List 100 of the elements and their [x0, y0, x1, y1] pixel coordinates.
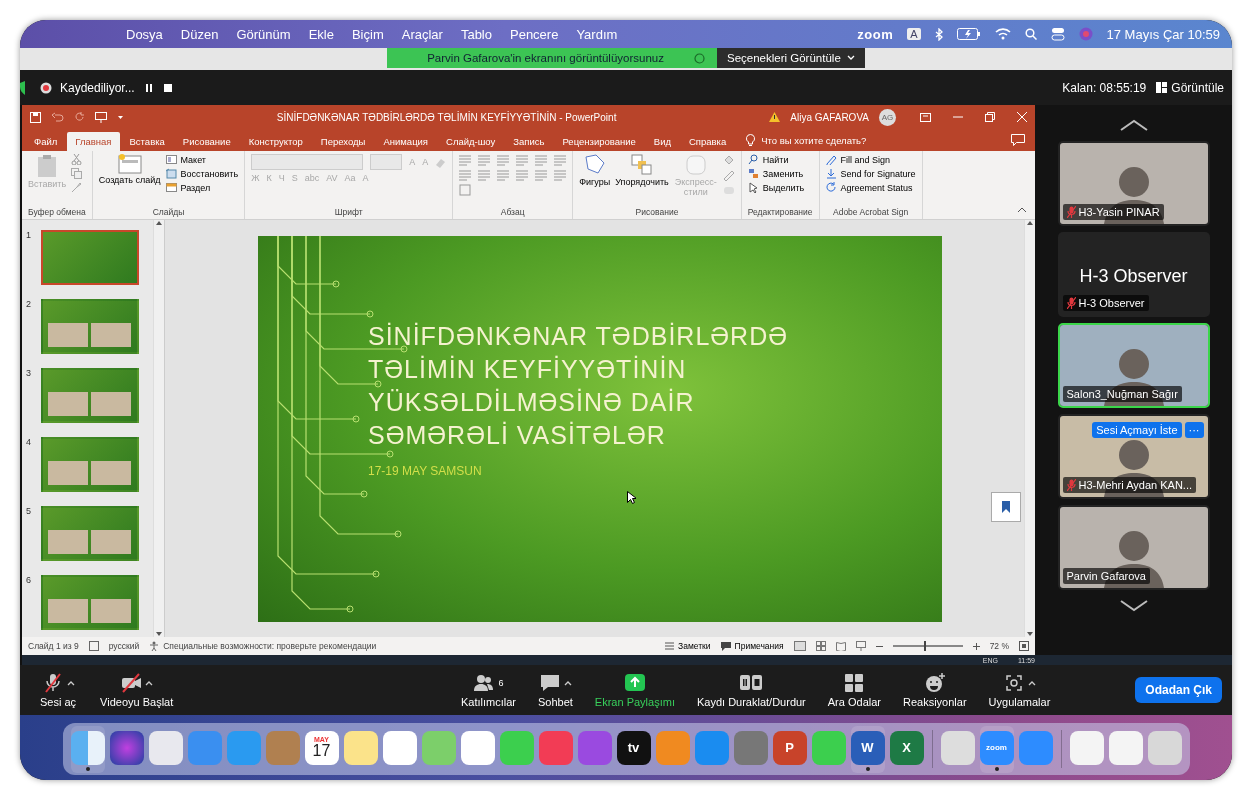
- presentation-app-icon[interactable]: P: [772, 730, 807, 765]
- outline-icon[interactable]: [722, 169, 735, 181]
- columns-icon[interactable]: [535, 169, 548, 181]
- bluetooth-icon[interactable]: [934, 27, 943, 41]
- restore-icon[interactable]: [985, 112, 995, 122]
- decrease-indent-icon[interactable]: [497, 154, 510, 166]
- input-source-indicator[interactable]: A: [907, 28, 921, 40]
- wifi-icon[interactable]: [994, 28, 1011, 40]
- slide-thumbnail[interactable]: [41, 230, 139, 285]
- align-right-icon[interactable]: [497, 169, 510, 181]
- plus-icon[interactable]: [972, 642, 980, 650]
- slideshow-icon[interactable]: [855, 641, 866, 651]
- ribbon-button[interactable]: Макет: [165, 154, 239, 165]
- status-menu-label[interactable]: zoom: [857, 26, 894, 42]
- undo-icon[interactable]: [51, 112, 65, 122]
- slide-thumbnail[interactable]: [41, 506, 139, 561]
- accessibility-button[interactable]: Специальные возможности: проверьте рекомендации: [149, 641, 377, 651]
- menu-item[interactable]: Tablo: [460, 26, 492, 42]
- view-options-button[interactable]: Seçenekleri Görüntüle: [717, 48, 865, 68]
- language-indicator[interactable]: русский: [108, 641, 140, 651]
- participant-tile[interactable]: H3-Yasin PINAR: [1057, 141, 1210, 226]
- grid-view-icon[interactable]: [815, 641, 826, 651]
- caret-up-icon[interactable]: [1027, 680, 1036, 686]
- ribbon-button[interactable]: Send for Signature: [825, 168, 916, 179]
- font-name-field[interactable]: [251, 154, 364, 170]
- ribbon-button[interactable]: Упорядочить: [615, 154, 669, 188]
- ribbon-tab[interactable]: Вид: [645, 132, 679, 151]
- scrollbar[interactable]: [1024, 220, 1035, 637]
- normal-view-icon[interactable]: [793, 641, 806, 651]
- ribbon-tab[interactable]: Конструктор: [240, 132, 311, 151]
- participant-tile[interactable]: Salon3_Nuğman Sağır: [1057, 323, 1210, 408]
- zoom-slider-thumb[interactable]: [924, 641, 927, 651]
- slide-thumbnail[interactable]: [41, 368, 139, 423]
- ribbon-button[interactable]: Agreement Status: [825, 182, 916, 193]
- battery-icon[interactable]: [956, 28, 981, 40]
- align-center-icon[interactable]: [478, 169, 491, 181]
- ribbon-tab[interactable]: Файл: [26, 132, 66, 151]
- menu-item[interactable]: Biçim: [351, 26, 384, 42]
- chevron-up-icon[interactable]: [1118, 119, 1149, 131]
- ribbon-button[interactable]: Заменить: [747, 168, 805, 179]
- slide-thumbnail[interactable]: [41, 437, 139, 492]
- ribbon-button[interactable]: Fill and Sign: [825, 154, 916, 165]
- view-button[interactable]: Görüntüle: [1156, 80, 1224, 95]
- ribbon-button[interactable]: Найти: [747, 154, 805, 165]
- slide-thumbnail[interactable]: [41, 575, 139, 630]
- menu-clock[interactable]: 17 Mayıs Çar 10:59: [1106, 26, 1220, 42]
- scissors-icon[interactable]: [71, 154, 83, 165]
- ribbon-tab[interactable]: Запись: [505, 132, 553, 151]
- ribbon-tab[interactable]: Справка: [681, 132, 735, 151]
- dock-item[interactable]: P: [772, 725, 807, 773]
- ribbon-button[interactable]: Восстановить: [165, 168, 239, 179]
- numbering-icon[interactable]: [478, 154, 491, 166]
- notes-button[interactable]: Заметки: [665, 641, 711, 651]
- columns-icon[interactable]: [554, 154, 567, 166]
- justify-icon[interactable]: [516, 169, 529, 181]
- ribbon-tab[interactable]: Переходы: [312, 132, 374, 151]
- fill-icon[interactable]: [722, 154, 735, 166]
- fit-slide-icon[interactable]: [1019, 641, 1029, 651]
- ribbon-button[interactable]: Фигуры: [579, 154, 611, 188]
- dock-item[interactable]: X: [889, 725, 924, 773]
- brush-icon[interactable]: [71, 182, 83, 193]
- toolbar-button[interactable]: Uygulamalar: [984, 672, 1055, 708]
- tv-app-icon[interactable]: tv: [616, 730, 651, 765]
- caret-icon[interactable]: [117, 114, 124, 120]
- caret-up-icon[interactable]: [145, 680, 154, 686]
- redo-icon[interactable]: [75, 112, 85, 122]
- participant-tile[interactable]: Parvin Gafarova: [1057, 505, 1210, 590]
- word-document-icon[interactable]: W: [850, 730, 885, 765]
- zoom-percentage[interactable]: 72 %: [989, 641, 1009, 651]
- copy-icon[interactable]: [71, 168, 83, 179]
- toolbar-button[interactable]: Sesi aç: [36, 672, 81, 708]
- chevron-up-icon[interactable]: [1017, 207, 1027, 213]
- menu-item[interactable]: Yardım: [576, 26, 618, 42]
- ribbon-button[interactable]: Раздел: [165, 182, 239, 193]
- finder-icon[interactable]: [70, 730, 105, 765]
- user-avatar[interactable]: AG: [879, 108, 896, 126]
- ribbon-tab[interactable]: Анимация: [375, 132, 437, 151]
- save-icon[interactable]: [30, 111, 41, 123]
- participant-tile[interactable]: H-3 Observer H-3 Observer: [1057, 232, 1210, 317]
- ribbon-tab[interactable]: Вставка: [121, 132, 173, 151]
- caret-up-icon[interactable]: [563, 680, 572, 686]
- toolbar-button[interactable]: 6 Katılımcılar: [456, 672, 520, 708]
- toggle-switches-icon[interactable]: [1050, 27, 1065, 41]
- ribbon-tab[interactable]: Главная: [67, 132, 120, 151]
- close-icon[interactable]: [1017, 112, 1027, 122]
- ribbon-tab[interactable]: Рисование: [174, 132, 239, 151]
- tell-me-field[interactable]: Что вы хотите сделать?: [761, 134, 867, 146]
- toolbar-button[interactable]: Videoyu Başlat: [96, 672, 178, 708]
- ribbon-display-icon[interactable]: [920, 112, 931, 122]
- scrollbar[interactable]: [153, 220, 164, 637]
- book-icon[interactable]: [835, 641, 846, 651]
- bookmark-button[interactable]: [991, 492, 1021, 522]
- participant-tile[interactable]: Sesi Açmayı İste ··· H3-Mehri Aydan KAN...: [1057, 414, 1210, 499]
- dock-item[interactable]: W: [850, 725, 885, 773]
- dock-item[interactable]: [70, 725, 105, 773]
- search-icon[interactable]: [1024, 28, 1037, 40]
- toolbar-button[interactable]: Sohbet: [534, 672, 577, 708]
- increase-indent-icon[interactable]: [516, 154, 529, 166]
- smartart-icon[interactable]: [459, 184, 472, 196]
- toolbar-button[interactable]: Reaksiyonlar: [899, 672, 971, 708]
